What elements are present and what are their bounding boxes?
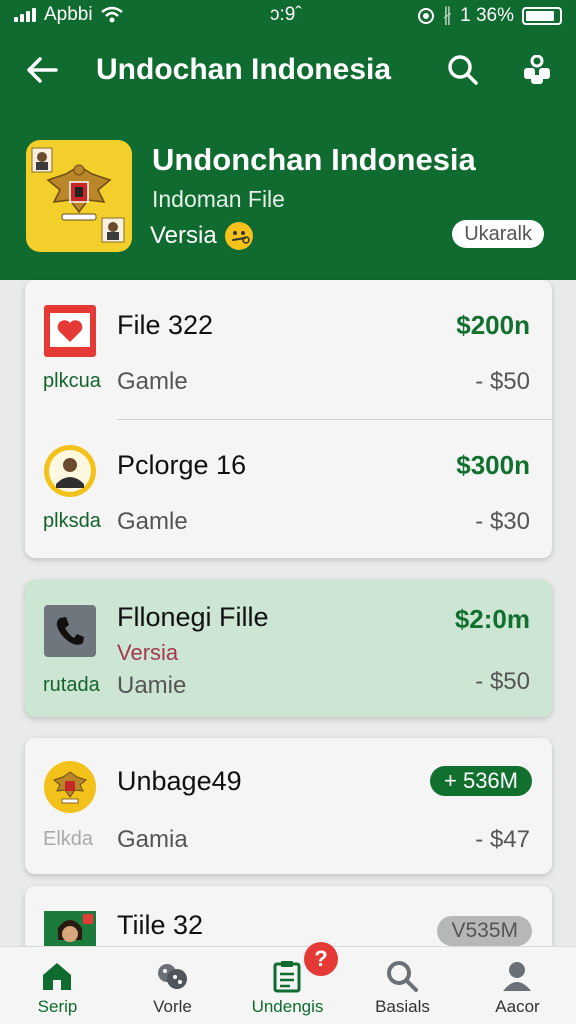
toolbar-title: Undochan Indonesia [96,53,392,86]
item-type: Gamia [117,826,188,853]
list-item: Unbage49 + 536M Elkda Gamia - $47 [25,738,552,874]
item-name: Pclorge 16 [117,450,247,480]
search-button[interactable] [441,48,485,92]
highlighted-file-card[interactable]: Fllonegi Fille Versia $2:0m rutada Uamie… [25,580,552,717]
notification-badge[interactable]: ? [304,942,338,976]
person-avatar-icon [43,444,97,498]
nav-item-home[interactable]: Serip [0,947,115,1024]
version-label: Versia [150,222,217,249]
item-price: $2:0m [454,604,530,634]
nav-label: Aacor [495,997,540,1016]
item-price: $300n [456,450,530,480]
item-tag: rutada [43,674,100,696]
heart-image-icon [43,304,97,358]
bluetooth-icon: ∦ [442,5,453,26]
list-item[interactable]: File 322 $200n plkcua Gamle - $50 [25,280,552,420]
app-header: Apbbi ɔ:9ˆ ∦ 1 36% Undochan Indonesia Un… [0,0,576,280]
file-list-card: File 322 $200n plkcua Gamle - $50 Pclorg… [25,280,552,558]
carrier-label: Apbbi [44,4,93,25]
nav-item-vorle[interactable]: Vorle [115,947,230,1024]
battery-icon [522,6,562,25]
app-info-panel: Undonchan Indonesia Indoman File Versia … [0,120,576,280]
nav-item-aacor[interactable]: Aacor [460,947,575,1024]
app-logo [26,140,132,252]
app-version: Versia [150,222,253,250]
bottom-navigation: Serip Vorle Undengis Basials Aacor [0,946,576,1024]
emoji-face-icon [224,222,253,250]
item-type: Gamle [117,508,188,535]
list-item: Fllonegi Fille Versia $2:0m rutada Uamie… [25,580,552,717]
signal-icon [14,8,36,22]
clipboard-icon [273,961,301,993]
back-button[interactable] [20,48,64,92]
nav-label: Basials [375,997,430,1016]
list-item[interactable]: Pclorge 16 $300n plksda Gamle - $30 [25,420,552,560]
garuda-emblem-icon [31,147,125,243]
item-price: $200n [456,310,530,340]
apps-button[interactable] [515,48,559,92]
emblem-icon [43,760,97,814]
app-subtitle: Indoman File [152,186,285,212]
size-badge: + 536M [430,766,532,796]
size-badge: V535M [437,916,532,946]
person-icon [503,962,531,991]
item-type: Gamle [117,368,188,395]
dice-icon [158,964,187,989]
nav-label: Vorle [153,997,192,1016]
action-pill-button[interactable]: Ukaralk [452,220,544,248]
item-tag: plksda [43,510,101,532]
item-version: Versia [117,640,179,665]
battery-text: 1 36% [460,4,514,26]
nav-item-basials[interactable]: Basials [345,947,460,1024]
item-tag: plkcua [43,370,101,392]
wifi-icon [100,6,123,23]
item-sub-price: - $30 [475,508,530,535]
item-type: Uamie [117,672,187,699]
location-icon [417,7,434,24]
search-icon [387,961,418,992]
status-bar: Apbbi ɔ:9ˆ ∦ 1 36% [0,0,576,32]
search-icon [448,55,478,85]
arrow-left-icon [27,57,58,83]
phone-icon [43,604,97,658]
home-icon [43,963,71,990]
app-name: Undonchan Indonesia [152,142,476,177]
item-tag: Elkda [43,828,94,850]
item-name: Unbage49 [117,766,242,796]
item-name: Tiile 32 [117,910,204,940]
file-card[interactable]: Unbage49 + 536M Elkda Gamia - $47 [25,738,552,874]
item-name: Fllonegi Fille [117,602,269,632]
item-sub-price: - $50 [475,668,530,695]
nav-label: Serip [37,997,78,1016]
item-sub-price: - $50 [475,368,530,395]
nav-label: Undengis [251,997,324,1016]
top-toolbar: Undochan Indonesia [0,40,576,104]
item-name: File 322 [117,310,214,340]
clock: ɔ:9ˆ [270,4,302,25]
portrait-icon [43,910,97,950]
apps-icon [524,55,550,84]
item-sub-price: - $47 [475,826,530,853]
